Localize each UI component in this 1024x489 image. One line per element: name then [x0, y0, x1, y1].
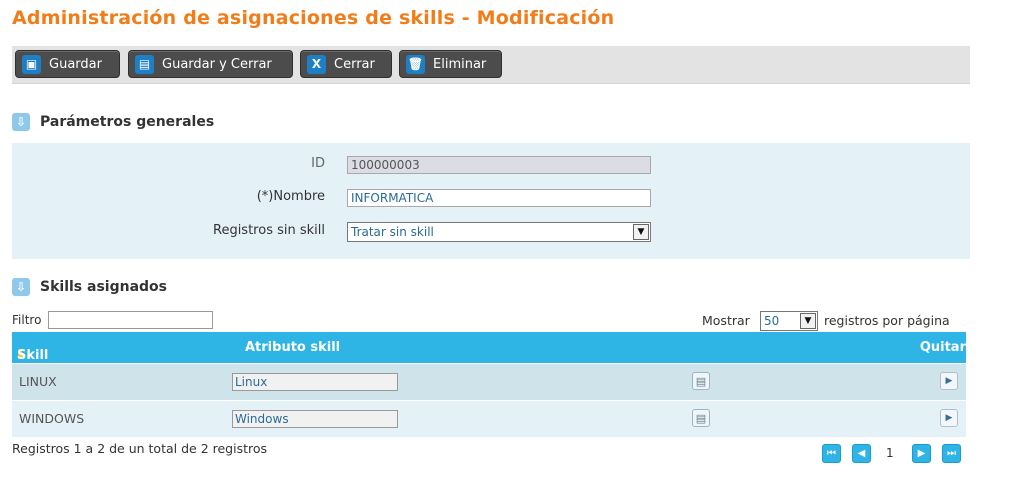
filter-input[interactable]	[48, 311, 213, 329]
save-and-close-button-label: Guardar y Cerrar	[162, 56, 272, 72]
next-page-icon[interactable]: ▶	[912, 444, 931, 463]
nombre-input[interactable]: INFORMATICA	[347, 189, 651, 207]
save-and-close-button[interactable]: ▤ Guardar y Cerrar	[128, 50, 293, 78]
column-attribute[interactable]: Atributo skill	[245, 340, 340, 355]
registros-sin-skill-select[interactable]: Tratar sin skill ▼	[347, 222, 651, 242]
show-label: Mostrar	[702, 313, 750, 328]
delete-button-label: Eliminar	[433, 56, 487, 72]
general-section-header[interactable]: ⇩ Parámetros generales	[12, 113, 214, 131]
trash-icon: 🗑	[406, 54, 425, 74]
registros-sin-skill-value: Tratar sin skill	[351, 225, 434, 239]
row-skill: WINDOWS	[19, 411, 85, 426]
save-close-icon: ▤	[135, 54, 154, 74]
section-collapse-icon[interactable]: ⇩	[12, 278, 30, 296]
last-page-icon[interactable]: ⏭	[942, 444, 961, 463]
registros-sin-skill-label: Registros sin skill	[213, 223, 325, 238]
row-attribute-input[interactable]: Linux	[232, 373, 398, 391]
column-skill-label: Skill	[17, 348, 49, 363]
section-collapse-icon[interactable]: ⇩	[12, 113, 30, 131]
delete-button[interactable]: 🗑 Eliminar	[399, 50, 502, 78]
general-section-title: Parámetros generales	[40, 114, 215, 130]
table-header: ▲ Skill Atributo skill Quitar	[12, 332, 966, 363]
first-page-icon[interactable]: ⏮	[822, 444, 841, 463]
remove-arrow-icon[interactable]: ▶	[940, 409, 958, 427]
close-button[interactable]: X Cerrar	[300, 50, 392, 78]
per-page-label: registros por página	[824, 313, 950, 328]
page-title: Administración de asignaciones de skills…	[12, 7, 615, 29]
page-size-value: 50	[764, 314, 780, 328]
remove-arrow-icon[interactable]: ▶	[940, 372, 958, 390]
document-icon[interactable]: ▤	[692, 372, 710, 390]
save-button-label: Guardar	[49, 56, 102, 72]
page-size-select[interactable]: 50 ▼	[760, 311, 818, 331]
save-icon: ▣	[22, 54, 41, 74]
table-row: WINDOWS Windows ▤ ▶	[12, 401, 966, 438]
row-attribute-input[interactable]: Windows	[232, 410, 398, 428]
toolbar: ▣ Guardar ▤ Guardar y Cerrar X Cerrar 🗑 …	[12, 46, 970, 84]
id-label: ID	[311, 156, 325, 171]
row-skill: LINUX	[19, 374, 57, 389]
prev-page-icon[interactable]: ◀	[852, 444, 871, 463]
filter-label: Filtro	[12, 313, 42, 327]
records-summary: Registros 1 a 2 de un total de 2 registr…	[12, 441, 268, 456]
skills-section-title: Skills asignados	[40, 279, 167, 295]
id-field: 100000003	[347, 156, 651, 174]
general-params-panel: ID 100000003 (*)Nombre INFORMATICA Regis…	[12, 143, 970, 259]
current-page: 1	[886, 446, 894, 460]
nombre-label: (*)Nombre	[256, 189, 325, 204]
column-remove: Quitar	[919, 340, 966, 355]
chevron-down-icon[interactable]: ▼	[633, 224, 649, 240]
skills-section-header[interactable]: ⇩ Skills asignados	[12, 278, 167, 296]
save-button[interactable]: ▣ Guardar	[15, 50, 120, 78]
table-row: LINUX Linux ▤ ▶	[12, 364, 966, 401]
chevron-down-icon[interactable]: ▼	[800, 313, 816, 329]
document-icon[interactable]: ▤	[692, 409, 710, 427]
close-button-label: Cerrar	[334, 56, 375, 72]
close-icon: X	[307, 54, 326, 74]
